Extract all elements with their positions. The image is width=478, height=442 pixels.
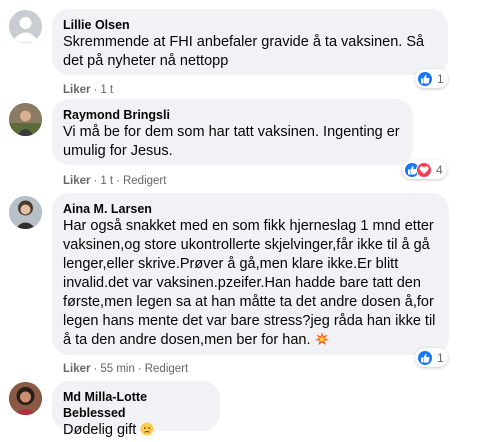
comment-bubble: Md Milla-Lotte Beblessed Dødelig gift [52, 381, 220, 438]
comment-bubble: Aina M. Larsen Har også snakket med en s… [52, 193, 449, 355]
profile-photo-icon [9, 196, 42, 229]
reaction-count: 4 [436, 162, 443, 177]
collision-emoji-icon [314, 332, 329, 352]
comment-text-body: Dødelig gift [63, 422, 137, 438]
like-reaction-icon [417, 70, 433, 87]
avatar[interactable] [9, 10, 42, 43]
like-reaction-icon [417, 349, 433, 366]
comment-author[interactable]: Md Milla-Lotte Beblessed [63, 389, 208, 421]
love-reaction-icon [416, 161, 432, 178]
like-button[interactable]: Liker [63, 363, 91, 375]
default-avatar-icon [9, 10, 42, 43]
comment-bubble: Raymond Bringsli Vi må be for dem som ha… [52, 99, 413, 165]
comment-text-body: Har også snakket med en som fikk hjernes… [63, 218, 436, 348]
comment-text: Vi må be for dem som har tatt vaksinen. … [63, 124, 400, 159]
separator-dot: · [93, 175, 98, 187]
crying-face-emoji-icon [140, 422, 154, 442]
separator-dot: · [137, 363, 142, 375]
comment-actions: Liker · 1 t [63, 83, 113, 97]
comment-author[interactable]: Aina M. Larsen [63, 201, 437, 217]
avatar[interactable] [9, 382, 42, 415]
reaction-summary[interactable]: 1 [415, 69, 448, 88]
avatar[interactable] [9, 196, 42, 229]
comment-author[interactable]: Raymond Bringsli [63, 107, 401, 123]
comment-actions: Liker · 1 t · Redigert [63, 174, 166, 188]
comment-timestamp[interactable]: 1 t [100, 84, 113, 96]
reaction-count: 1 [437, 71, 444, 86]
comment-text: Dødelig gift [63, 421, 208, 442]
comment-author[interactable]: Lillie Olsen [63, 17, 436, 33]
avatar[interactable] [9, 103, 42, 136]
comment-text: Har også snakket med en som fikk hjernes… [63, 217, 437, 352]
separator-dot: · [93, 363, 98, 375]
reaction-summary[interactable]: 1 [415, 348, 448, 367]
comment-timestamp[interactable]: 55 min [100, 363, 135, 375]
profile-photo-icon [9, 103, 42, 136]
reaction-summary[interactable]: 4 [402, 160, 447, 179]
comment-bubble: Lillie Olsen Skremmende at FHI anbefaler… [52, 9, 448, 75]
separator-dot: · [93, 84, 98, 96]
edited-label[interactable]: Redigert [145, 363, 188, 375]
profile-photo-icon [9, 382, 42, 415]
comment-timestamp[interactable]: 1 t [100, 175, 113, 187]
comment-actions: Liker · 55 min · Redigert [63, 362, 188, 376]
separator-dot: · [116, 175, 120, 187]
like-button[interactable]: Liker [63, 175, 91, 187]
reaction-count: 1 [437, 350, 444, 365]
like-button[interactable]: Liker [63, 84, 91, 96]
comment-text: Skremmende at FHI anbefaler gravide å ta… [63, 34, 425, 69]
edited-label[interactable]: Redigert [123, 175, 166, 187]
